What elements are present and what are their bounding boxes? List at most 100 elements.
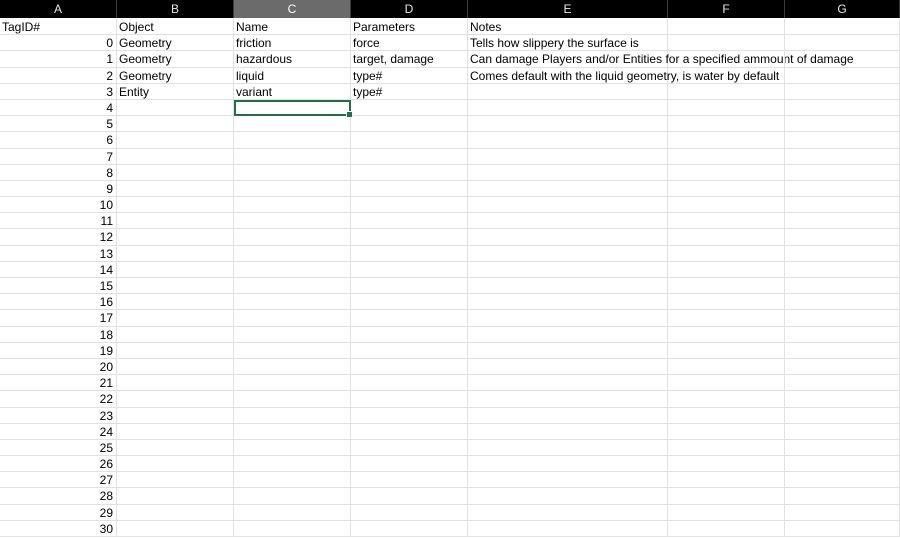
cell-b-26[interactable] [117, 423, 234, 440]
cell-g-3[interactable] [785, 51, 900, 68]
cell-e-22[interactable] [468, 358, 668, 376]
cell-d-14[interactable] [351, 229, 468, 246]
cell-g-22[interactable] [785, 358, 900, 376]
cell-g-12[interactable] [785, 197, 900, 214]
cell-g-4[interactable] [785, 67, 900, 84]
cell-b-27[interactable] [117, 439, 234, 457]
cell-g-29[interactable] [785, 472, 900, 489]
cell-c-26[interactable] [234, 423, 351, 440]
cell-g-18[interactable] [785, 294, 900, 311]
cell-f-23[interactable] [668, 375, 785, 392]
cell-d-6[interactable] [351, 99, 468, 117]
cell-f-19[interactable] [668, 310, 785, 327]
cell-f-15[interactable] [668, 245, 785, 262]
cell-a-12[interactable]: 10 [0, 197, 117, 214]
cell-b-header[interactable]: Object [117, 19, 234, 36]
cell-e-20[interactable] [468, 326, 668, 343]
cell-g-14[interactable] [785, 229, 900, 246]
cell-g-26[interactable] [785, 423, 900, 440]
cell-c-10[interactable] [234, 164, 351, 181]
cell-a-8[interactable]: 6 [0, 132, 117, 149]
cell-d-9[interactable] [351, 148, 468, 165]
column-header-d[interactable]: D [351, 0, 468, 18]
cell-b-7[interactable] [117, 116, 234, 133]
cell-d-17[interactable] [351, 278, 468, 295]
cell-d-5[interactable]: type# [351, 83, 468, 100]
cell-c-25[interactable] [234, 407, 351, 424]
cell-b-4[interactable]: Geometry [117, 67, 234, 84]
cell-f-4[interactable] [668, 67, 785, 84]
cell-a-19[interactable]: 17 [0, 310, 117, 327]
cell-b-11[interactable] [117, 180, 234, 198]
cell-g-13[interactable] [785, 213, 900, 230]
cell-e-15[interactable] [468, 245, 668, 262]
cell-d-31[interactable] [351, 504, 468, 521]
cell-f-24[interactable] [668, 391, 785, 408]
cell-b-8[interactable] [117, 132, 234, 149]
cell-b-3[interactable]: Geometry [117, 51, 234, 68]
cell-a-32[interactable]: 30 [0, 520, 117, 537]
cell-g-11[interactable] [785, 180, 900, 198]
cell-b-9[interactable] [117, 148, 234, 165]
cell-d-20[interactable] [351, 326, 468, 343]
column-header-c[interactable]: C [234, 0, 351, 18]
cell-d-32[interactable] [351, 520, 468, 537]
cell-a-13[interactable]: 11 [0, 213, 117, 230]
cell-b-5[interactable]: Entity [117, 83, 234, 100]
cell-d-23[interactable] [351, 375, 468, 392]
cell-g-27[interactable] [785, 439, 900, 457]
cell-g-15[interactable] [785, 245, 900, 262]
cell-f-9[interactable] [668, 148, 785, 165]
cell-e-2[interactable]: Tells how slippery the surface is [468, 35, 668, 52]
cell-c-14[interactable] [234, 229, 351, 246]
cell-a-10[interactable]: 8 [0, 164, 117, 181]
cell-a-7[interactable]: 5 [0, 116, 117, 133]
cell-f-2[interactable] [668, 35, 785, 52]
cell-a-9[interactable]: 7 [0, 148, 117, 165]
cell-e-27[interactable] [468, 439, 668, 457]
cell-g-32[interactable] [785, 520, 900, 537]
cell-g-17[interactable] [785, 278, 900, 295]
cell-d-24[interactable] [351, 391, 468, 408]
column-header-a[interactable]: A [0, 0, 117, 18]
cell-e-5[interactable] [468, 83, 668, 100]
cell-g-header[interactable] [785, 19, 900, 36]
cell-e-25[interactable] [468, 407, 668, 424]
cell-c-7[interactable] [234, 116, 351, 133]
cell-f-29[interactable] [668, 472, 785, 489]
cell-g-31[interactable] [785, 504, 900, 521]
cell-a-20[interactable]: 18 [0, 326, 117, 343]
cell-a-15[interactable]: 13 [0, 245, 117, 262]
column-header-e[interactable]: E [468, 0, 668, 18]
cell-d-30[interactable] [351, 488, 468, 505]
cell-g-21[interactable] [785, 342, 900, 359]
cell-e-19[interactable] [468, 310, 668, 327]
cell-e-28[interactable] [468, 456, 668, 473]
cell-c-27[interactable] [234, 439, 351, 457]
cell-d-16[interactable] [351, 261, 468, 278]
cell-c-28[interactable] [234, 456, 351, 473]
cell-e-13[interactable] [468, 213, 668, 230]
cell-e-12[interactable] [468, 197, 668, 214]
cell-f-8[interactable] [668, 132, 785, 149]
cell-e-29[interactable] [468, 472, 668, 489]
cell-c-6[interactable] [234, 99, 353, 119]
cell-f-11[interactable] [668, 180, 785, 198]
cell-a-6[interactable]: 4 [0, 99, 117, 117]
cell-b-24[interactable] [117, 391, 234, 408]
cell-b-25[interactable] [117, 407, 234, 424]
cell-c-24[interactable] [234, 391, 351, 408]
cell-f-header[interactable] [668, 19, 785, 36]
cell-g-6[interactable] [785, 99, 900, 117]
cell-f-5[interactable] [668, 83, 785, 100]
cell-c-23[interactable] [234, 375, 351, 392]
cell-e-14[interactable] [468, 229, 668, 246]
cell-c-17[interactable] [234, 278, 351, 295]
cell-d-10[interactable] [351, 164, 468, 181]
cell-g-20[interactable] [785, 326, 900, 343]
cell-g-9[interactable] [785, 148, 900, 165]
cell-g-30[interactable] [785, 488, 900, 505]
cell-c-20[interactable] [234, 326, 351, 343]
cell-a-16[interactable]: 14 [0, 261, 117, 278]
cell-a-3[interactable]: 1 [0, 51, 117, 68]
